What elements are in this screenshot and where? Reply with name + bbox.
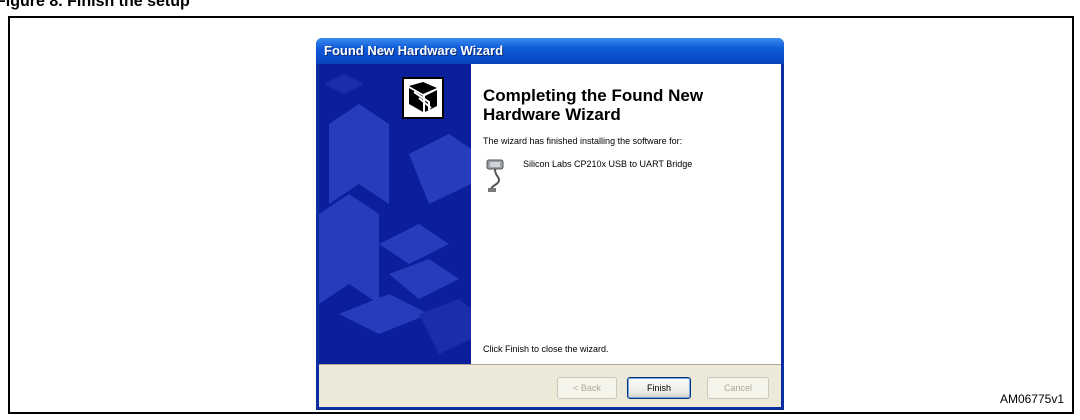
figure-title: Figure 8. Finish the setup — [0, 0, 190, 10]
wizard-client-area: Completing the Found New Hardware Wizard… — [319, 64, 781, 407]
figure-code: AM06775v1 — [999, 392, 1064, 406]
hardware-box-icon — [402, 77, 444, 119]
side-panel-graphic — [319, 64, 471, 364]
wizard-heading: Completing the Found New Hardware Wizard — [483, 86, 704, 124]
back-button[interactable]: < Back — [557, 377, 617, 399]
cancel-button[interactable]: Cancel — [707, 377, 769, 399]
wizard-window: Found New Hardware Wizard Completing the… — [316, 38, 784, 410]
wizard-closing-text: Click Finish to close the wizard. — [483, 344, 609, 354]
wizard-intro-text: The wizard has finished installing the s… — [483, 136, 683, 146]
finish-button[interactable]: Finish — [627, 377, 691, 399]
wizard-side-panel — [319, 64, 471, 364]
device-name-label: Silicon Labs CP210x USB to UART Bridge — [523, 159, 693, 169]
window-title: Found New Hardware Wizard — [316, 38, 784, 64]
usb-serial-connector-icon — [486, 159, 504, 192]
wizard-content: Completing the Found New Hardware Wizard… — [471, 64, 781, 364]
figure-frame: Found New Hardware Wizard Completing the… — [8, 16, 1074, 414]
wizard-button-bar: < Back Finish Cancel — [319, 364, 781, 407]
